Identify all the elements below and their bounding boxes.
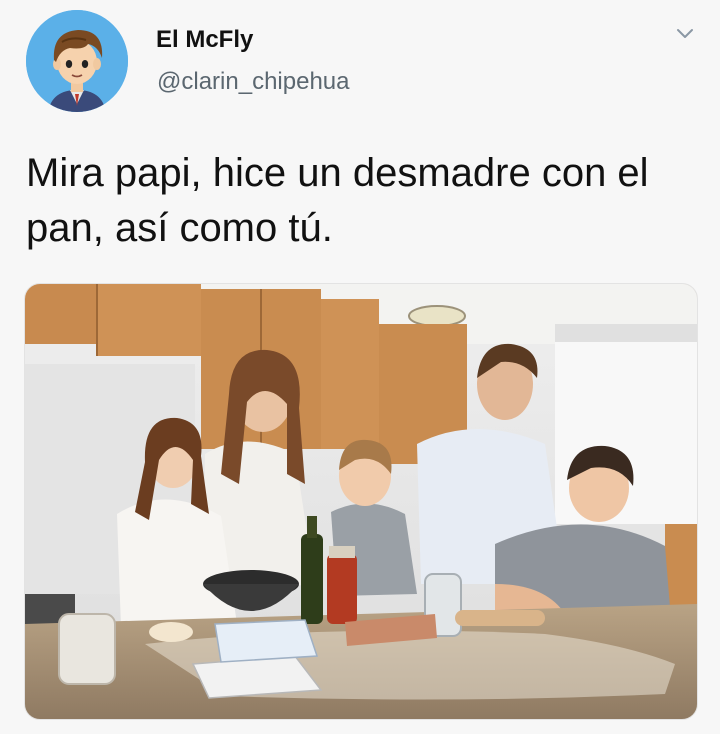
avatar-illustration [26, 10, 128, 112]
tweet-text: Mira papi, hice un desmadre con el pan, … [26, 151, 649, 250]
author-display-name[interactable]: El McFly [156, 26, 253, 54]
author-handle[interactable]: @clarin_chipehua [157, 68, 349, 96]
kitchen-family-photo [25, 284, 697, 719]
chevron-down-icon[interactable] [672, 24, 698, 44]
avatar[interactable] [26, 10, 128, 112]
tweet-photo[interactable] [24, 283, 698, 720]
